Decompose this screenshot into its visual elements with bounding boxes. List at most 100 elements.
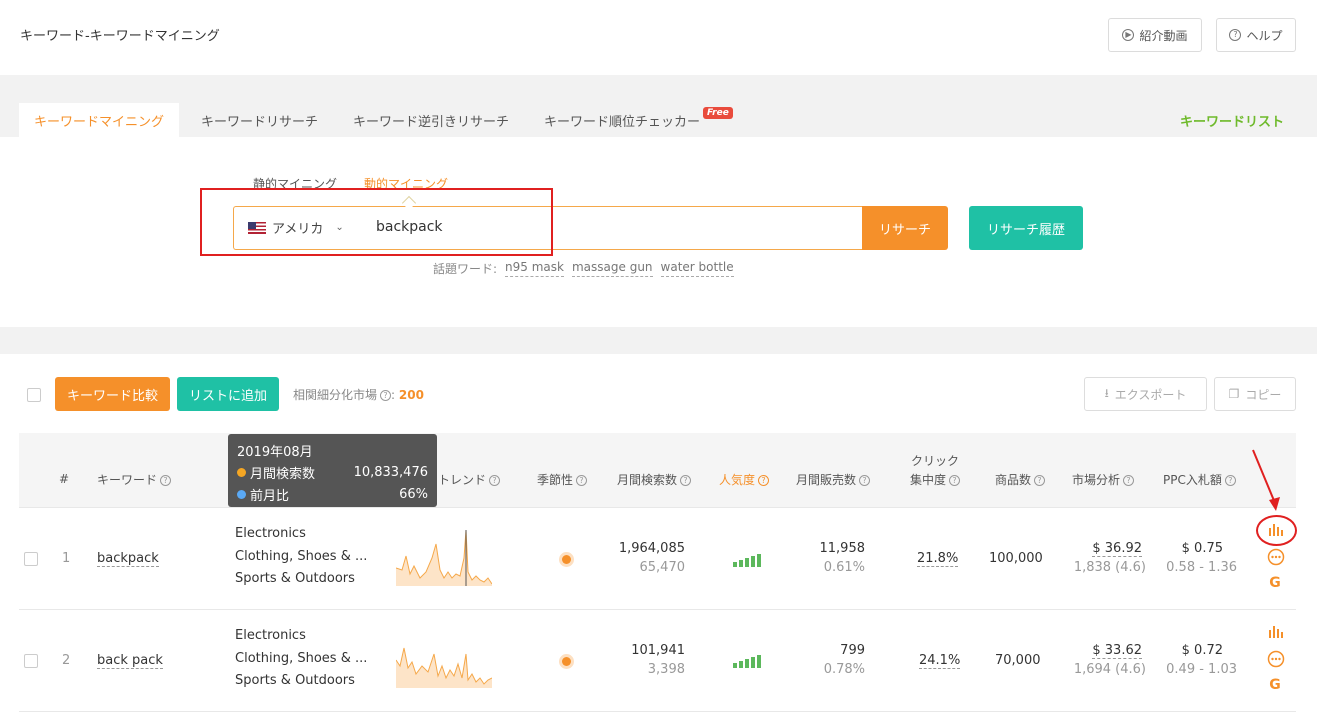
header-market-analysis: 市場分析? (1072, 471, 1135, 488)
google-icon[interactable]: G (1266, 677, 1284, 693)
trending-words: 話題ワード: n95 mask massage gun water bottle (433, 260, 734, 277)
export-button[interactable]: ⭳ エクスポート (1084, 377, 1207, 411)
copy-button[interactable]: ❐ コピー (1214, 377, 1296, 411)
row-sales-rate: 0.78% (823, 662, 865, 677)
row-monthly-sales: 799 (840, 643, 865, 658)
row-sales-rate: 0.61% (823, 560, 865, 575)
research-button[interactable]: リサーチ (862, 206, 948, 250)
row-ppc: $ 0.75 (1181, 541, 1223, 556)
export-label: エクスポート (1114, 387, 1187, 402)
download-icon: ⭳ (1104, 385, 1109, 400)
header-popularity[interactable]: 人気度? (719, 471, 770, 488)
question-icon[interactable]: ? (160, 475, 172, 486)
row-category: Clothing, Shoes & ... (235, 549, 368, 564)
market-chart-icon[interactable] (1267, 622, 1285, 640)
header-monthly-sales: 月間販売数? (796, 471, 871, 488)
row-products: 70,000 (995, 653, 1041, 668)
question-icon[interactable]: ? (680, 475, 692, 486)
help-button[interactable]: ? ヘルプ (1216, 18, 1296, 52)
annotation-red-box (200, 188, 553, 256)
play-icon: ▶ (1122, 29, 1135, 41)
tab-keyword-research[interactable]: キーワードリサーチ (186, 103, 333, 137)
row-monthly-search-sub: 3,398 (647, 662, 685, 677)
row-market-price[interactable]: $ 33.62 (1092, 643, 1142, 659)
market-count: 200 (398, 388, 424, 402)
row-market-reviews: 1,838 (4.6) (1073, 560, 1146, 575)
popularity-bars (733, 652, 761, 668)
row-category: Sports & Outdoors (235, 571, 355, 586)
header-seasonality: 季節性? (537, 471, 588, 488)
header-click-2: 集中度? (910, 471, 961, 488)
google-icon[interactable]: G (1266, 575, 1284, 591)
row-market-reviews: 1,694 (4.6) (1073, 662, 1146, 677)
select-all-checkbox[interactable] (27, 388, 41, 402)
row-ppc-range: 0.49 - 1.03 (1166, 662, 1237, 677)
more-icon[interactable] (1267, 548, 1285, 566)
header-click-1: クリック (911, 454, 960, 468)
question-icon[interactable]: ? (1123, 475, 1135, 486)
question-icon[interactable]: ? (576, 475, 588, 486)
row-num: 2 (62, 653, 71, 668)
mom-dot-icon (237, 490, 246, 499)
row-keyword[interactable]: backpack (97, 551, 159, 567)
header-ppc: PPC入札額? (1163, 471, 1236, 488)
row-click-concentration: 21.8% (917, 551, 959, 567)
row-monthly-sales: 11,958 (819, 541, 866, 556)
trend-sparkline[interactable] (396, 630, 492, 688)
add-to-list-button[interactable]: リストに追加 (177, 377, 279, 411)
question-icon[interactable]: ? (1224, 475, 1236, 486)
row-keyword[interactable]: back pack (97, 653, 163, 669)
trend-tooltip: 2019年08月 月間検索数 10,833,476 前月比 66% (228, 434, 437, 507)
question-icon[interactable]: ? (489, 475, 501, 486)
trending-word[interactable]: n95 mask (505, 260, 564, 277)
tooltip-month: 2019年08月 (237, 445, 313, 460)
row-checkbox[interactable] (24, 654, 38, 668)
keyword-list-link[interactable]: キーワードリスト (1180, 111, 1284, 130)
question-icon[interactable]: ? (1034, 475, 1046, 486)
trending-word[interactable]: water bottle (660, 260, 734, 277)
free-badge: Free (703, 107, 733, 119)
header-monthly-search: 月間検索数? (617, 471, 692, 488)
trend-sparkline[interactable] (396, 528, 492, 586)
trending-word[interactable]: massage gun (571, 260, 653, 277)
copy-icon: ❐ (1228, 387, 1240, 401)
row-category: Sports & Outdoors (235, 673, 355, 688)
header-keyword: キーワード? (97, 471, 172, 488)
tab-reverse-research[interactable]: キーワード逆引きリサーチ (338, 103, 524, 137)
copy-label: コピー (1245, 387, 1282, 402)
more-icon[interactable] (1267, 650, 1285, 668)
row-monthly-search-sub: 65,470 (639, 560, 686, 575)
intro-video-button[interactable]: ▶ 紹介動画 (1108, 18, 1202, 52)
seasonality-indicator (562, 657, 571, 666)
top-bar: キーワード-キーワードマイニング ▶ 紹介動画 ? ヘルプ (0, 0, 1317, 75)
tooltip-search-label: 月間検索数 (250, 467, 316, 482)
row-market-price[interactable]: $ 36.92 (1092, 541, 1142, 557)
popularity-bars (733, 551, 761, 567)
row-divider (19, 609, 1296, 610)
page-title: キーワード-キーワードマイニング (20, 29, 220, 44)
research-history-button[interactable]: リサーチ履歴 (969, 206, 1083, 250)
header-trend: トレンド? (438, 471, 501, 488)
row-ppc: $ 0.72 (1181, 643, 1223, 658)
search-dot-icon (237, 468, 246, 477)
row-category: Electronics (235, 526, 306, 541)
annotation-red-circle (1256, 515, 1297, 546)
header-num: # (59, 472, 70, 486)
keyword-compare-button[interactable]: キーワード比較 (55, 377, 170, 411)
market-label: 相関細分化市場 (293, 388, 378, 402)
question-icon[interactable]: ? (758, 475, 770, 486)
question-icon[interactable]: ? (859, 475, 871, 486)
related-market: 相関細分化市場?: 200 (293, 388, 424, 402)
header-products: 商品数? (995, 471, 1046, 488)
row-category: Electronics (235, 628, 306, 643)
row-ppc-range: 0.58 - 1.36 (1166, 560, 1237, 575)
row-checkbox[interactable] (24, 552, 38, 566)
row-divider (19, 711, 1296, 712)
question-icon[interactable]: ? (949, 475, 961, 486)
tab-rank-checker[interactable]: キーワード順位チェッカー (529, 103, 715, 137)
row-products: 100,000 (989, 551, 1043, 566)
annotation-arrow (1252, 449, 1280, 511)
tooltip-mom-value: 66% (399, 487, 428, 502)
tab-keyword-mining[interactable]: キーワードマイニング (19, 103, 179, 137)
question-icon[interactable]: ? (380, 390, 392, 401)
